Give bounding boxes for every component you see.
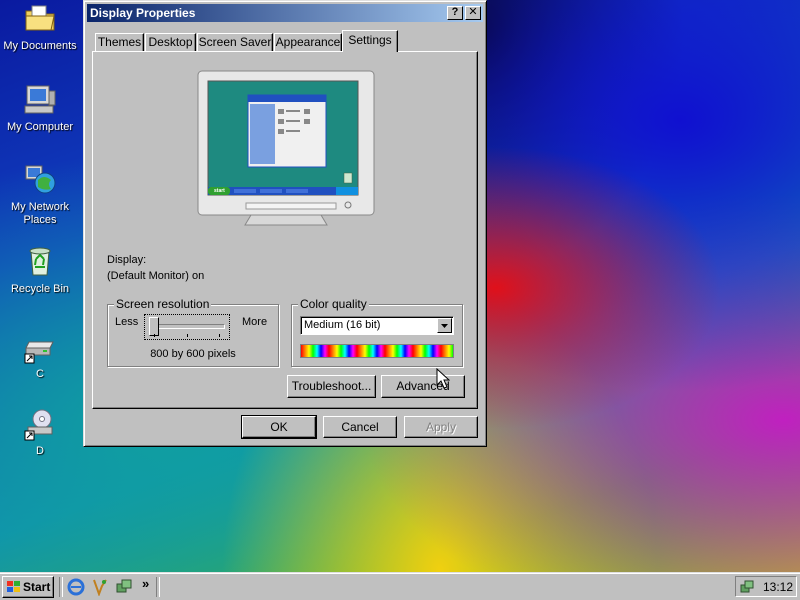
resolution-less-label: Less — [115, 316, 139, 328]
tab-label: Appearance — [275, 35, 341, 49]
ok-label: OK — [270, 420, 288, 434]
desktop-icon-my-network-places[interactable]: My Network Places — [0, 163, 80, 227]
cancel-label: Cancel — [341, 420, 379, 434]
display-value: (Default Monitor) on — [107, 270, 205, 282]
tab-desktop[interactable]: Desktop — [145, 33, 196, 51]
start-label: Start — [23, 580, 51, 594]
color-quality-legend: Color quality — [298, 297, 369, 311]
media-player-icon[interactable] — [91, 578, 109, 596]
tab-appearance[interactable]: Appearance — [274, 33, 342, 51]
color-spectrum-bar — [300, 344, 454, 358]
network-places-icon — [23, 163, 57, 197]
tab-label: Desktop — [148, 35, 193, 49]
troubleshoot-button[interactable]: Troubleshoot... — [287, 375, 376, 398]
internet-explorer-icon[interactable] — [67, 578, 85, 596]
tab-screen-saver[interactable]: Screen Saver — [197, 33, 273, 51]
resolution-value: 800 by 600 pixels — [150, 348, 236, 360]
color-quality-group: Color quality Medium (16 bit) — [291, 297, 463, 367]
tray-network-icon[interactable] — [739, 579, 755, 595]
system-tray: 13:12 — [735, 576, 797, 597]
desktop-icon-my-documents[interactable]: My Documents — [0, 2, 80, 53]
resolution-more-label: More — [242, 316, 268, 328]
dropdown-button[interactable] — [437, 318, 452, 333]
taskbar-divider — [156, 577, 160, 597]
windows-logo-icon — [7, 581, 20, 592]
settings-panel: start Display: (Default Monitor) on Scre… — [92, 51, 478, 409]
close-button[interactable]: ✕ — [465, 6, 481, 20]
cd-drive-icon — [23, 407, 57, 441]
display-label: Display: — [107, 254, 147, 266]
slider-ticks — [154, 334, 220, 337]
ok-button[interactable]: OK — [241, 415, 317, 439]
desktop-icon-label: My Computer — [6, 121, 74, 133]
color-quality-select[interactable]: Medium (16 bit) — [300, 316, 454, 335]
cancel-button[interactable]: Cancel — [323, 416, 397, 438]
help-icon: ? — [451, 6, 459, 18]
display-properties-window: Display Properties ? ✕ Themes Desktop Sc… — [83, 0, 487, 447]
resolution-slider[interactable] — [144, 314, 230, 340]
clock[interactable]: 13:12 — [763, 580, 793, 594]
folder-icon — [23, 2, 57, 36]
window-title: Display Properties — [90, 6, 196, 20]
tab-label: Screen Saver — [198, 35, 272, 49]
color-quality-value: Medium (16 bit) — [304, 319, 381, 331]
desktop-icon-label: D — [36, 445, 44, 457]
tab-settings[interactable]: Settings — [342, 30, 398, 52]
desktop-icon-label: My Network Places — [10, 201, 70, 226]
hard-drive-icon — [23, 330, 57, 364]
quick-launch-chevron[interactable]: » — [142, 576, 149, 591]
preview-start-label: start — [214, 188, 225, 194]
apply-button[interactable]: Apply — [404, 416, 478, 438]
screen-resolution-group: Screen resolution Less More 800 by 600 p… — [107, 297, 279, 367]
troubleshoot-label: Troubleshoot... — [291, 379, 372, 393]
start-button[interactable]: Start — [2, 576, 54, 598]
chevron-down-icon — [441, 324, 448, 328]
tab-label: Themes — [97, 35, 142, 49]
recycle-bin-icon — [23, 245, 57, 279]
close-icon: ✕ — [468, 6, 478, 18]
tab-themes[interactable]: Themes — [95, 33, 144, 51]
desktop-icon-label: C — [36, 368, 44, 380]
slider-track — [151, 324, 225, 329]
computer-icon — [23, 83, 57, 117]
apply-label: Apply — [425, 420, 457, 434]
desktop-icon-drive-c[interactable]: C — [0, 330, 80, 381]
desktop-icon-label: Recycle Bin — [10, 283, 70, 295]
monitor-preview: start — [196, 69, 376, 229]
help-button[interactable]: ? — [447, 6, 463, 20]
desktop-icon-label: My Documents — [3, 40, 77, 52]
desktop-icon-drive-d[interactable]: D — [0, 407, 80, 458]
taskbar: Start » 13:12 — [0, 572, 800, 600]
screen-resolution-legend: Screen resolution — [114, 297, 212, 311]
network-icon[interactable] — [115, 578, 133, 596]
desktop-icon-my-computer[interactable]: My Computer — [0, 83, 80, 134]
title-bar[interactable]: Display Properties ? ✕ — [87, 4, 483, 22]
tab-label: Settings — [348, 33, 392, 47]
desktop-icon-recycle-bin[interactable]: Recycle Bin — [0, 245, 80, 296]
advanced-button[interactable]: Advanced — [381, 375, 465, 398]
quick-launch-divider — [59, 577, 63, 597]
mouse-cursor-icon — [436, 368, 450, 389]
